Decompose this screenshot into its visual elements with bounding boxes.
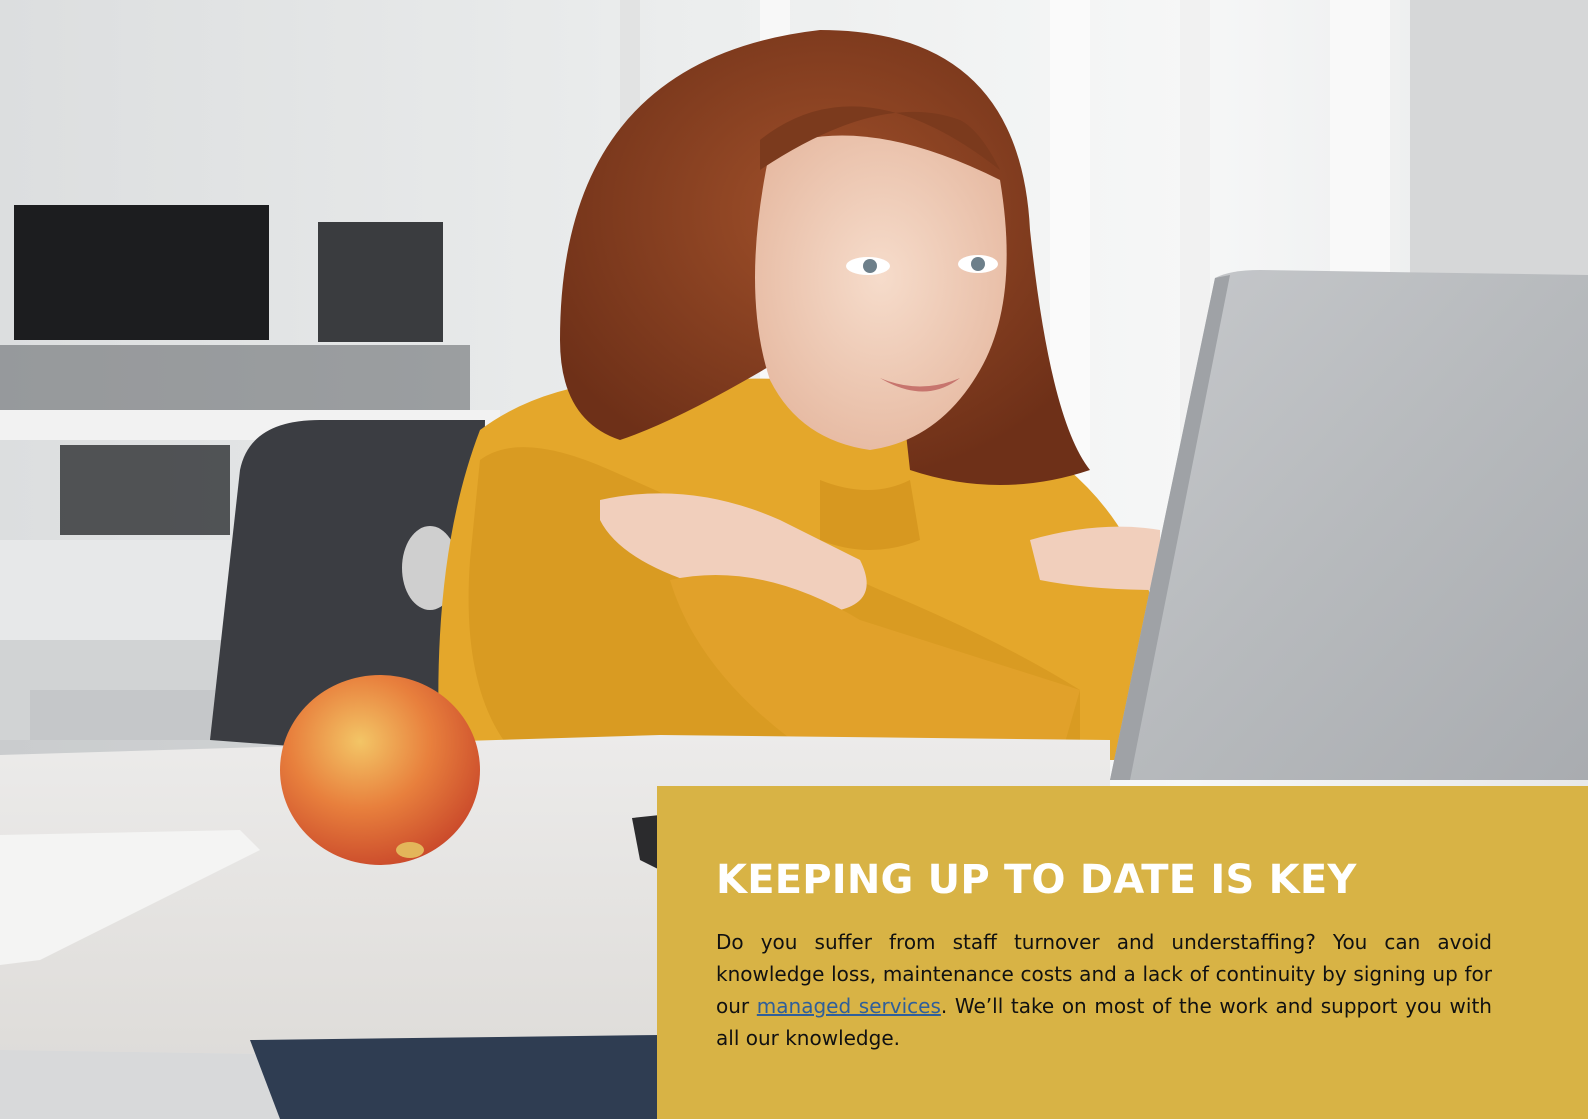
info-panel: KEEPING UP TO DATE IS KEY Do you suffer … [657, 786, 1588, 1119]
panel-body: Do you suffer from staff turnover and un… [716, 926, 1492, 1054]
panel-title: KEEPING UP TO DATE IS KEY [716, 857, 1357, 903]
managed-services-link[interactable]: managed services [757, 994, 941, 1018]
page: KEEPING UP TO DATE IS KEY Do you suffer … [0, 0, 1588, 1119]
